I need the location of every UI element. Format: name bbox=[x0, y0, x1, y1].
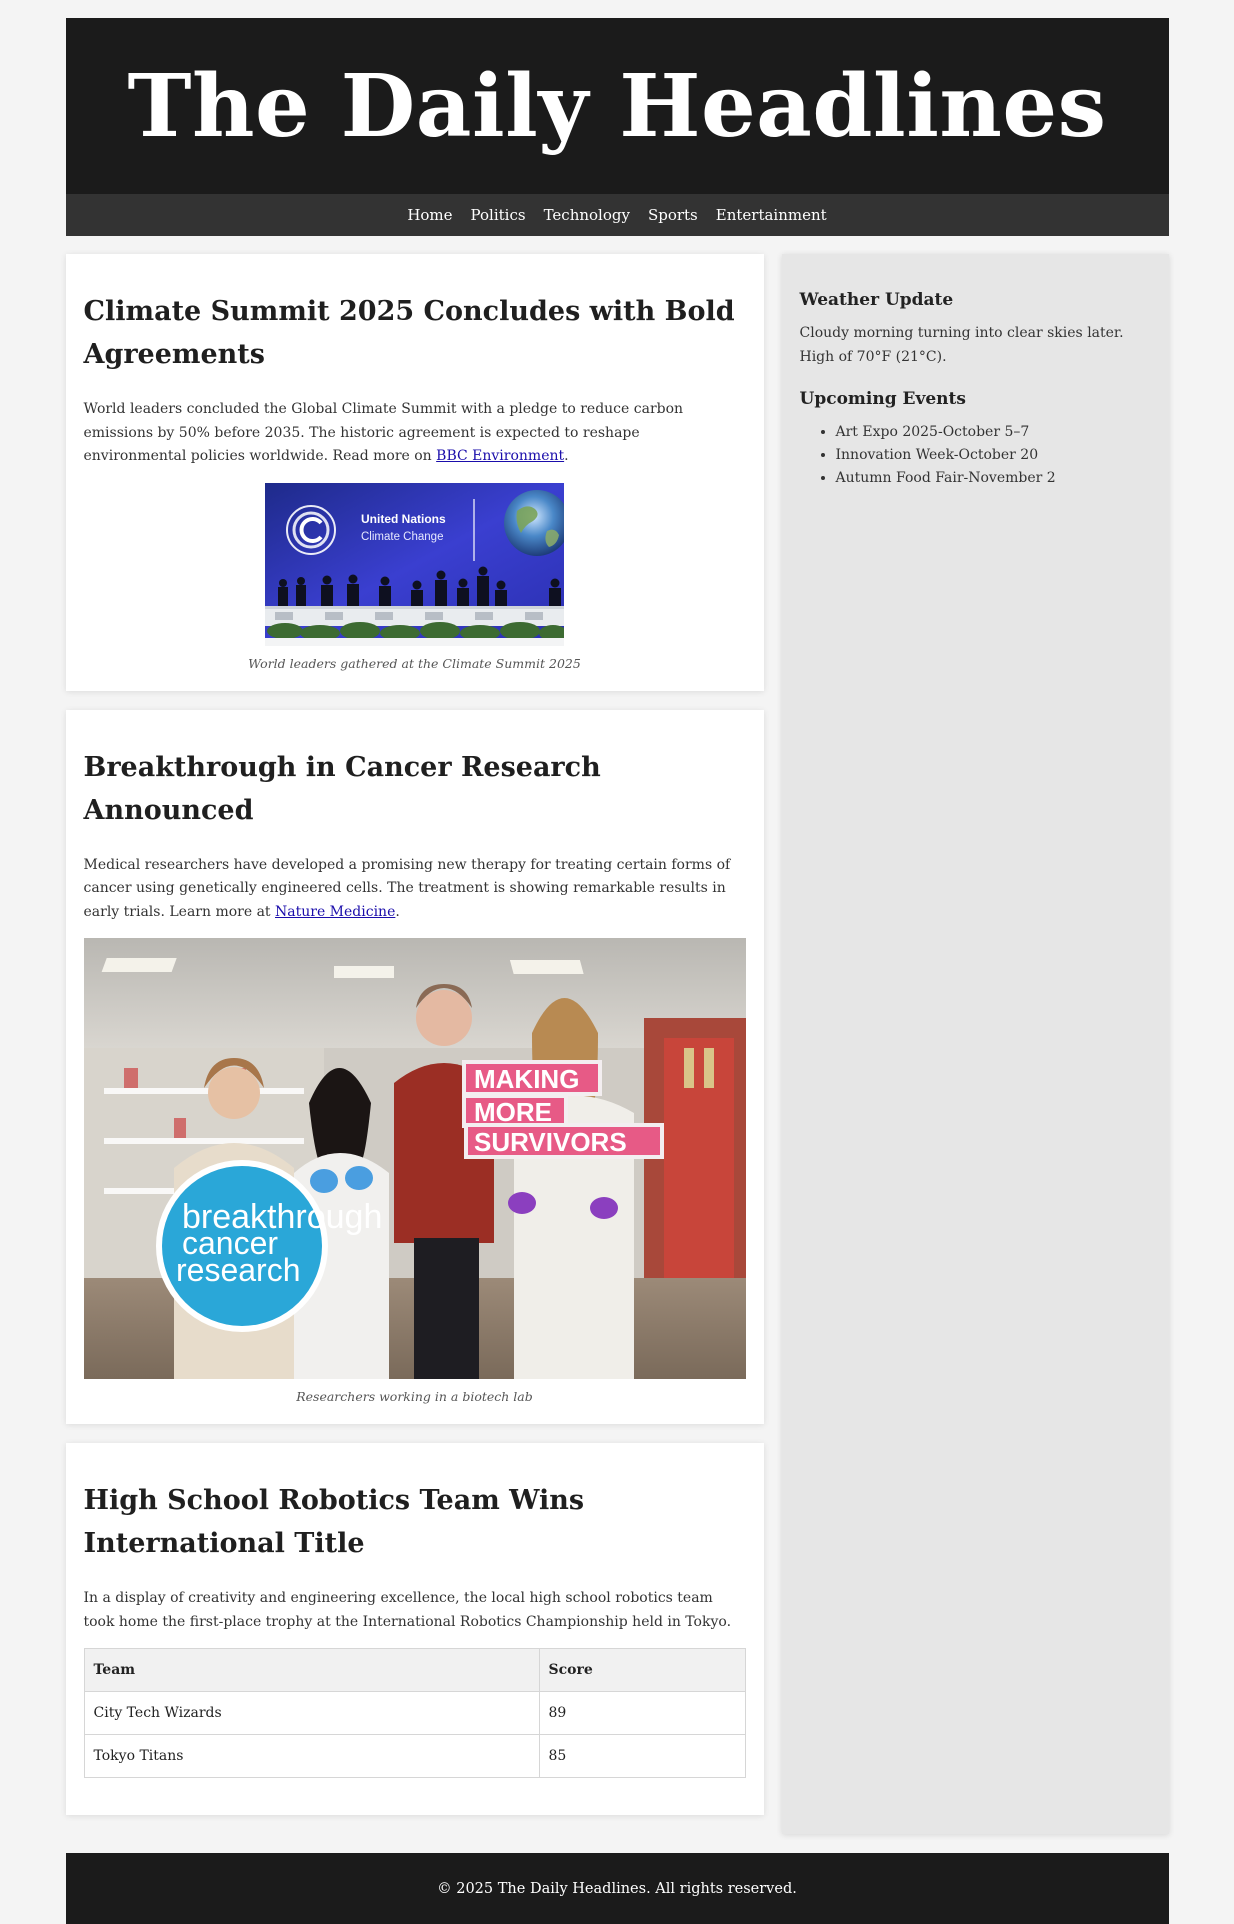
article-title: Breakthrough in Cancer Research Announce… bbox=[83, 751, 601, 826]
scores-table: Team Score City Tech Wizards 89 Tokyo Ti… bbox=[83, 1648, 746, 1778]
site-footer: © 2025 The Daily Headlines. All rights r… bbox=[65, 1853, 1169, 1924]
nav-technology[interactable]: Technology bbox=[544, 206, 630, 224]
article-cancer-research: Breakthrough in Cancer Research Announce… bbox=[65, 709, 764, 1424]
article-climate-summit: Climate Summit 2025 Concludes with Bold … bbox=[65, 254, 764, 691]
article-title: High School Robotics Team Wins Internati… bbox=[83, 1485, 585, 1559]
table-row: Tokyo Titans 85 bbox=[83, 1734, 746, 1778]
table-header-row: Team Score bbox=[83, 1648, 746, 1692]
list-item: Autumn Food Fair-November 2 bbox=[836, 467, 1151, 490]
article-title: Climate Summit 2025 Concludes with Bold … bbox=[83, 296, 735, 370]
article-body: Medical researchers have developed a pro… bbox=[84, 854, 746, 925]
climate-summit-image: United Nations Climate Change bbox=[265, 482, 564, 646]
events-title: Upcoming Events bbox=[799, 389, 966, 409]
column-header-team: Team bbox=[83, 1648, 540, 1692]
list-item: Art Expo 2025-October 5–7 bbox=[836, 421, 1151, 444]
content-layout: Climate Summit 2025 Concludes with Bold … bbox=[65, 254, 1169, 1834]
article-figure: MAKING MORE SURVIVORS breakthrough cance… bbox=[83, 938, 746, 1404]
article-body-end: . bbox=[564, 448, 569, 464]
article-body-text: Medical researchers have developed a pro… bbox=[83, 856, 731, 920]
article-robotics: High School Robotics Team Wins Internati… bbox=[65, 1443, 764, 1815]
article-body: In a display of creativity and engineeri… bbox=[83, 1590, 732, 1630]
main-column: Climate Summit 2025 Concludes with Bold … bbox=[65, 254, 764, 1834]
team-cell: City Tech Wizards bbox=[83, 1691, 540, 1735]
weather-text: Cloudy morning turning into clear skies … bbox=[799, 325, 1124, 365]
site-title: The Daily Headlines bbox=[127, 55, 1107, 157]
table-row: City Tech Wizards 89 bbox=[83, 1691, 746, 1735]
sidebar: Weather Update Cloudy morning turning in… bbox=[781, 254, 1169, 1834]
article-figure: United Nations Climate Change World lead… bbox=[84, 482, 746, 671]
score-cell: 85 bbox=[538, 1734, 746, 1778]
main-nav: Home Politics Technology Sports Entertai… bbox=[65, 194, 1169, 236]
nav-sports[interactable]: Sports bbox=[648, 206, 698, 224]
figure-caption: World leaders gathered at the Climate Su… bbox=[248, 655, 581, 671]
nature-medicine-link[interactable]: Nature Medicine bbox=[275, 904, 395, 920]
sign-line2: MORE bbox=[474, 1097, 552, 1127]
article-body: World leaders concluded the Global Clima… bbox=[84, 398, 746, 469]
footer-text: © 2025 The Daily Headlines. All rights r… bbox=[437, 1880, 797, 1897]
team-cell: Tokyo Titans bbox=[83, 1734, 540, 1778]
site-header: The Daily Headlines Home Politics Techno… bbox=[65, 18, 1169, 236]
un-banner-line1: United Nations bbox=[361, 512, 446, 526]
page: The Daily Headlines Home Politics Techno… bbox=[65, 0, 1169, 1924]
column-header-score: Score bbox=[538, 1648, 746, 1692]
nav-entertainment[interactable]: Entertainment bbox=[716, 206, 827, 224]
nav-politics[interactable]: Politics bbox=[471, 206, 526, 224]
nav-home[interactable]: Home bbox=[407, 206, 452, 224]
figure-caption: Researchers working in a biotech lab bbox=[296, 1389, 533, 1404]
un-banner-line2: Climate Change bbox=[361, 531, 443, 543]
sign-line1: MAKING bbox=[474, 1064, 579, 1094]
logo-line3: research bbox=[176, 1252, 301, 1288]
weather-title: Weather Update bbox=[799, 290, 954, 310]
events-list: Art Expo 2025-October 5–7 Innovation Wee… bbox=[800, 421, 1151, 490]
article-body-end: . bbox=[395, 903, 400, 920]
list-item: Innovation Week-October 20 bbox=[836, 444, 1151, 467]
sign-line3: SURVIVORS bbox=[474, 1127, 627, 1157]
biotech-lab-image: MAKING MORE SURVIVORS breakthrough cance… bbox=[83, 938, 746, 1379]
bbc-environment-link[interactable]: BBC Environment bbox=[436, 448, 564, 464]
article-body-text: World leaders concluded the Global Clima… bbox=[83, 401, 684, 464]
score-cell: 89 bbox=[538, 1691, 746, 1735]
masthead: The Daily Headlines bbox=[65, 18, 1169, 194]
